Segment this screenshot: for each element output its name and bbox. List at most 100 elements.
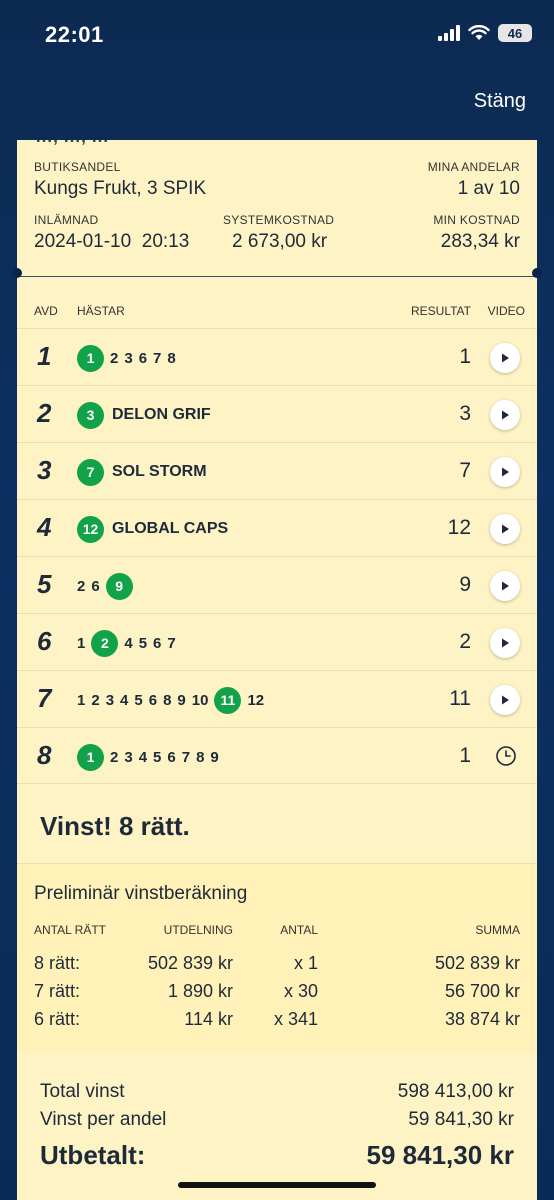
calc-row: 8 rätt: 502 839 kr x 1 502 839 kr bbox=[17, 953, 537, 981]
race-number: 7 bbox=[37, 683, 52, 713]
coupon-card: …, …, … BUTIKSANDEL Kungs Frukt, 3 SPIK … bbox=[17, 140, 537, 1200]
race-row: 52699 bbox=[17, 556, 537, 613]
horse-number: 5 bbox=[153, 748, 162, 766]
winner-badge: 1 bbox=[77, 344, 104, 372]
my-cost-label: MIN KOSTNAD bbox=[433, 213, 520, 227]
horse-number: 12 bbox=[247, 691, 265, 709]
race-result: 2 bbox=[459, 630, 471, 653]
race-result: 1 bbox=[459, 744, 471, 767]
horse-number: 6 bbox=[148, 691, 158, 709]
winner-badge: 7 bbox=[77, 458, 104, 486]
wifi-icon bbox=[468, 25, 490, 40]
total-value: 598 413,00 kr bbox=[397, 1081, 514, 1102]
play-video-button[interactable] bbox=[490, 514, 520, 544]
horse-number: 2 bbox=[77, 577, 86, 595]
horse-number: 1 bbox=[77, 634, 86, 652]
payout-value: 59 841,30 kr bbox=[366, 1140, 514, 1170]
horse-name: DELON GRIF bbox=[112, 406, 211, 423]
horse-selection: 3 DELON GRIF bbox=[77, 401, 211, 429]
play-icon bbox=[502, 353, 509, 363]
play-video-button[interactable] bbox=[490, 400, 520, 430]
race-number: 6 bbox=[37, 626, 52, 656]
calc-row: 7 rätt: 1 890 kr x 30 56 700 kr bbox=[17, 981, 537, 1009]
play-video-button[interactable] bbox=[490, 457, 520, 487]
horse-number: 5 bbox=[138, 634, 148, 652]
horse-number: 6 bbox=[138, 349, 148, 367]
race-number: 4 bbox=[37, 512, 52, 542]
sum-amount: 502 839 kr bbox=[434, 953, 520, 973]
play-icon bbox=[502, 467, 509, 477]
horse-number: 10 bbox=[191, 691, 209, 709]
race-row: 2 3 DELON GRIF 3 bbox=[17, 385, 537, 442]
race-number: 8 bbox=[37, 740, 52, 770]
play-icon bbox=[502, 695, 509, 705]
sum-column-header: SUMMA bbox=[475, 923, 520, 937]
race-row: 7 1 2 3 4 5 6 8 9 10 11 12 11 bbox=[17, 670, 537, 727]
horse-name: SOL STORM bbox=[112, 463, 207, 480]
status-time: 22:01 bbox=[45, 22, 104, 47]
race-row: 11236781 bbox=[17, 328, 537, 385]
race-row: 4 12 GLOBAL CAPS 12 bbox=[17, 499, 537, 556]
payout-column-header: UTDELNING bbox=[163, 923, 233, 937]
result-banner: Vinst! 8 rätt. bbox=[17, 783, 537, 863]
battery-icon: 46 bbox=[498, 24, 532, 42]
payout-amount: 1 890 kr bbox=[167, 981, 233, 1001]
horse-number: 3 bbox=[124, 748, 133, 766]
result-title: Vinst! 8 rätt. bbox=[40, 811, 190, 841]
play-icon bbox=[502, 638, 509, 648]
payout-amount: 502 839 kr bbox=[147, 953, 233, 973]
winner-badge: 11 bbox=[214, 686, 242, 714]
calc-row: 6 rätt: 114 kr x 341 38 874 kr bbox=[17, 1009, 537, 1037]
play-video-button[interactable] bbox=[490, 343, 520, 373]
race-number: 2 bbox=[37, 398, 52, 428]
correct-count: 7 rätt: bbox=[34, 981, 81, 1001]
race-result: 9 bbox=[459, 573, 471, 596]
horse-number: 1 bbox=[77, 691, 86, 709]
horse-number: 3 bbox=[124, 349, 133, 367]
winner-count: x 30 bbox=[283, 981, 318, 1001]
home-indicator[interactable] bbox=[178, 1182, 376, 1188]
horse-selection: 7 SOL STORM bbox=[77, 458, 207, 486]
payout-label: Utbetalt: bbox=[40, 1140, 146, 1170]
race-result: 1 bbox=[459, 345, 471, 368]
total-label: Total vinst bbox=[40, 1081, 125, 1102]
horse-number: 9 bbox=[210, 748, 219, 766]
payout-amount: 114 kr bbox=[184, 1009, 233, 1029]
result-column-header: RESULTAT bbox=[410, 304, 471, 318]
race-number: 1 bbox=[37, 341, 52, 371]
clock-icon bbox=[495, 745, 517, 772]
system-cost-label: SYSTEMKOSTNAD bbox=[223, 213, 335, 227]
race-row: 81234567891 bbox=[17, 727, 537, 784]
race-number: 3 bbox=[37, 455, 52, 485]
my-shares-value: 1 av 10 bbox=[457, 178, 520, 199]
winner-badge: 2 bbox=[91, 629, 119, 657]
race-row: 3 7 SOL STORM 7 bbox=[17, 442, 537, 499]
sum-amount: 38 874 kr bbox=[444, 1009, 520, 1029]
play-icon bbox=[502, 581, 509, 591]
per-share-value: 59 841,30 kr bbox=[408, 1109, 514, 1130]
close-button[interactable]: Stäng bbox=[474, 90, 526, 113]
horse-selection: 269 bbox=[77, 572, 133, 600]
correct-column-header: ANTAL RÄTT bbox=[34, 923, 107, 937]
system-cost-value: 2 673,00 kr bbox=[232, 231, 328, 252]
race-result: 7 bbox=[459, 459, 471, 482]
horse-number: 7 bbox=[167, 634, 176, 652]
table-header: AVD HÄSTAR RESULTAT VIDEO bbox=[17, 277, 537, 329]
horse-selection: 123456789 bbox=[77, 743, 219, 771]
play-icon bbox=[502, 524, 509, 534]
status-bar: 22:01 46 bbox=[0, 0, 554, 70]
per-share-label: Vinst per andel bbox=[40, 1109, 167, 1130]
play-video-button[interactable] bbox=[490, 628, 520, 658]
play-video-button[interactable] bbox=[490, 685, 520, 715]
prize-calculation: Preliminär vinstberäkning ANTAL RÄTT UTD… bbox=[17, 863, 537, 1053]
horse-number: 6 bbox=[91, 577, 100, 595]
horse-name: GLOBAL CAPS bbox=[112, 520, 229, 537]
play-icon bbox=[502, 410, 509, 420]
horse-selection: 12 GLOBAL CAPS bbox=[77, 515, 228, 543]
winner-badge: 1 bbox=[77, 743, 104, 771]
horse-number: 6 bbox=[153, 634, 162, 652]
play-video-button[interactable] bbox=[490, 571, 520, 601]
divider-notch-right bbox=[532, 268, 542, 278]
calc-title: Preliminär vinstberäkning bbox=[34, 883, 248, 904]
submitted-label: INLÄMNAD bbox=[34, 213, 99, 227]
